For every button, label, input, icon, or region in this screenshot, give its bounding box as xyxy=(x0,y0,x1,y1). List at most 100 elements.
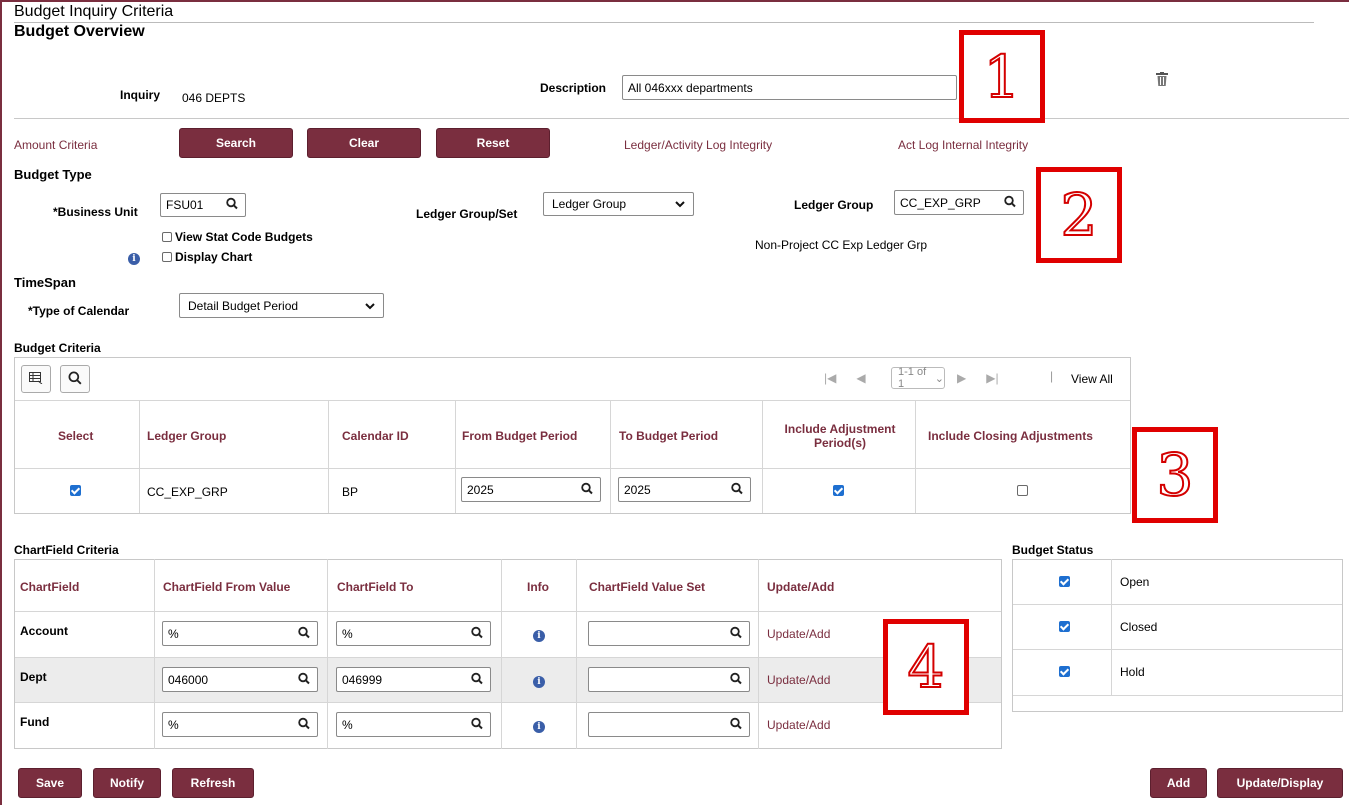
callout-number: 2 xyxy=(1060,180,1099,250)
chartfield-from-input[interactable]: % xyxy=(162,712,318,737)
budget-type-heading: Budget Type xyxy=(14,167,92,182)
grid-icon xyxy=(29,371,43,387)
ledger-group-label: Ledger Group xyxy=(794,198,874,212)
checkbox-box[interactable] xyxy=(162,232,172,242)
prev-page-icon[interactable]: ◀ xyxy=(856,371,865,385)
status-open-label: Open xyxy=(1120,575,1150,589)
search-icon[interactable] xyxy=(730,672,742,687)
info-icon[interactable]: i xyxy=(533,673,545,688)
clear-button[interactable]: Clear xyxy=(307,128,421,158)
add-button[interactable]: Add xyxy=(1150,768,1207,798)
chartfield-to-input[interactable]: 046999 xyxy=(336,667,491,692)
description-label: Description xyxy=(540,81,607,95)
search-icon[interactable] xyxy=(298,672,310,687)
search-button[interactable]: Search xyxy=(179,128,293,158)
chartfield-to-value: % xyxy=(342,717,353,732)
chartfield-heading: ChartField Criteria xyxy=(14,543,119,557)
search-icon[interactable] xyxy=(471,626,483,641)
update-add-link[interactable]: Update/Add xyxy=(767,627,830,641)
from-budget-period-input[interactable]: 2025 xyxy=(461,477,601,502)
search-icon xyxy=(68,371,82,388)
grid-find-button[interactable] xyxy=(60,365,90,393)
save-button[interactable]: Save xyxy=(18,768,82,798)
chartfield-to-input[interactable]: % xyxy=(336,712,491,737)
ledger-group-input[interactable]: CC_EXP_GRP xyxy=(894,190,1024,215)
include-closing-checkbox[interactable] xyxy=(1017,485,1028,499)
view-stat-checkbox[interactable]: View Stat Code Budgets xyxy=(162,230,313,244)
chartfield-from-value: % xyxy=(168,626,179,641)
search-icon[interactable] xyxy=(471,717,483,732)
business-unit-input[interactable]: FSU01 xyxy=(160,193,246,217)
callout-3: 3 xyxy=(1132,427,1218,523)
type-of-calendar-select[interactable]: Detail Budget Period xyxy=(179,293,384,318)
info-icon[interactable]: i xyxy=(533,627,545,642)
chartfield-name: Account xyxy=(20,624,68,638)
search-icon[interactable] xyxy=(1004,195,1016,210)
ledger-group-value: CC_EXP_GRP xyxy=(900,195,981,210)
info-icon[interactable]: i xyxy=(128,250,140,265)
search-icon[interactable] xyxy=(298,626,310,641)
ledger-groupset-value: Ledger Group xyxy=(552,197,627,211)
chartfield-value-set-input[interactable] xyxy=(588,621,750,646)
business-unit-value: FSU01 xyxy=(166,198,204,212)
include-adjustment-checkbox[interactable] xyxy=(833,485,844,499)
search-icon[interactable] xyxy=(731,482,743,497)
chartfield-from-value: 046000 xyxy=(168,672,209,687)
pager-nav: |◀ ◀ xyxy=(824,371,866,385)
search-icon[interactable] xyxy=(730,626,742,641)
ledger-integrity-link[interactable]: Ledger/Activity Log Integrity xyxy=(624,138,772,152)
to-budget-period-input[interactable]: 2025 xyxy=(618,477,751,502)
trash-icon[interactable] xyxy=(1156,72,1168,89)
chartfield-from-value: % xyxy=(168,717,179,732)
pager-select[interactable]: 1-1 of 1 ⌄ xyxy=(891,366,945,390)
search-icon[interactable] xyxy=(730,717,742,732)
chartfield-value-set-input[interactable] xyxy=(588,667,750,692)
col-ledger-group: Ledger Group xyxy=(147,429,227,443)
chartfield-from-input[interactable]: 046000 xyxy=(162,667,318,692)
description-input[interactable]: All 046xxx departments xyxy=(622,75,957,100)
chartfield-value-set-input[interactable] xyxy=(588,712,750,737)
to-budget-period-value: 2025 xyxy=(624,482,651,497)
search-icon[interactable] xyxy=(581,482,593,497)
chartfield-from-input[interactable]: % xyxy=(162,621,318,646)
ledger-groupset-select[interactable]: Ledger Group xyxy=(543,192,694,216)
notify-button[interactable]: Notify xyxy=(93,768,161,798)
status-hold-checkbox[interactable] xyxy=(1059,666,1070,680)
update-add-link[interactable]: Update/Add xyxy=(767,673,830,687)
search-icon[interactable] xyxy=(226,197,238,213)
refresh-button[interactable]: Refresh xyxy=(172,768,254,798)
chartfield-to-input[interactable]: % xyxy=(336,621,491,646)
next-page-icon[interactable]: ▶ xyxy=(957,371,966,385)
first-page-icon[interactable]: |◀ xyxy=(824,371,836,385)
reset-button[interactable]: Reset xyxy=(436,128,550,158)
chevron-down-icon xyxy=(675,197,685,211)
col-chartfield: ChartField xyxy=(20,580,80,594)
callout-2: 2 xyxy=(1036,167,1122,263)
select-checkbox[interactable] xyxy=(70,485,81,499)
status-closed-checkbox[interactable] xyxy=(1059,621,1070,635)
col-from-budget-period: From Budget Period xyxy=(462,429,578,443)
col-to-budget-period: To Budget Period xyxy=(619,429,719,443)
amount-criteria-link[interactable]: Amount Criteria xyxy=(14,138,97,152)
ledger-groupset-label: Ledger Group/Set xyxy=(416,207,518,221)
chartfield-name: Dept xyxy=(20,670,47,684)
description-value: All 046xxx departments xyxy=(628,80,753,95)
status-open-checkbox[interactable] xyxy=(1059,576,1070,590)
last-page-icon[interactable]: ▶| xyxy=(986,371,998,385)
callout-1: 1 xyxy=(959,30,1045,123)
type-of-calendar-label: *Type of Calendar xyxy=(28,304,130,318)
update-add-link[interactable]: Update/Add xyxy=(767,718,830,732)
update-display-button[interactable]: Update/Display xyxy=(1217,768,1343,798)
search-icon[interactable] xyxy=(471,672,483,687)
grid-personalize-button[interactable] xyxy=(21,365,51,393)
info-icon[interactable]: i xyxy=(533,718,545,733)
budget-criteria-heading: Budget Criteria xyxy=(14,341,101,355)
checkbox-box[interactable] xyxy=(162,252,172,262)
search-icon[interactable] xyxy=(298,717,310,732)
view-all-link[interactable]: View All xyxy=(1071,372,1113,386)
view-stat-label: View Stat Code Budgets xyxy=(175,230,313,244)
timespan-heading: TimeSpan xyxy=(14,275,76,290)
display-chart-checkbox[interactable]: Display Chart xyxy=(162,250,252,264)
actlog-integrity-link[interactable]: Act Log Internal Integrity xyxy=(898,138,1028,152)
col-chartfield-from: ChartField From Value xyxy=(163,580,291,594)
